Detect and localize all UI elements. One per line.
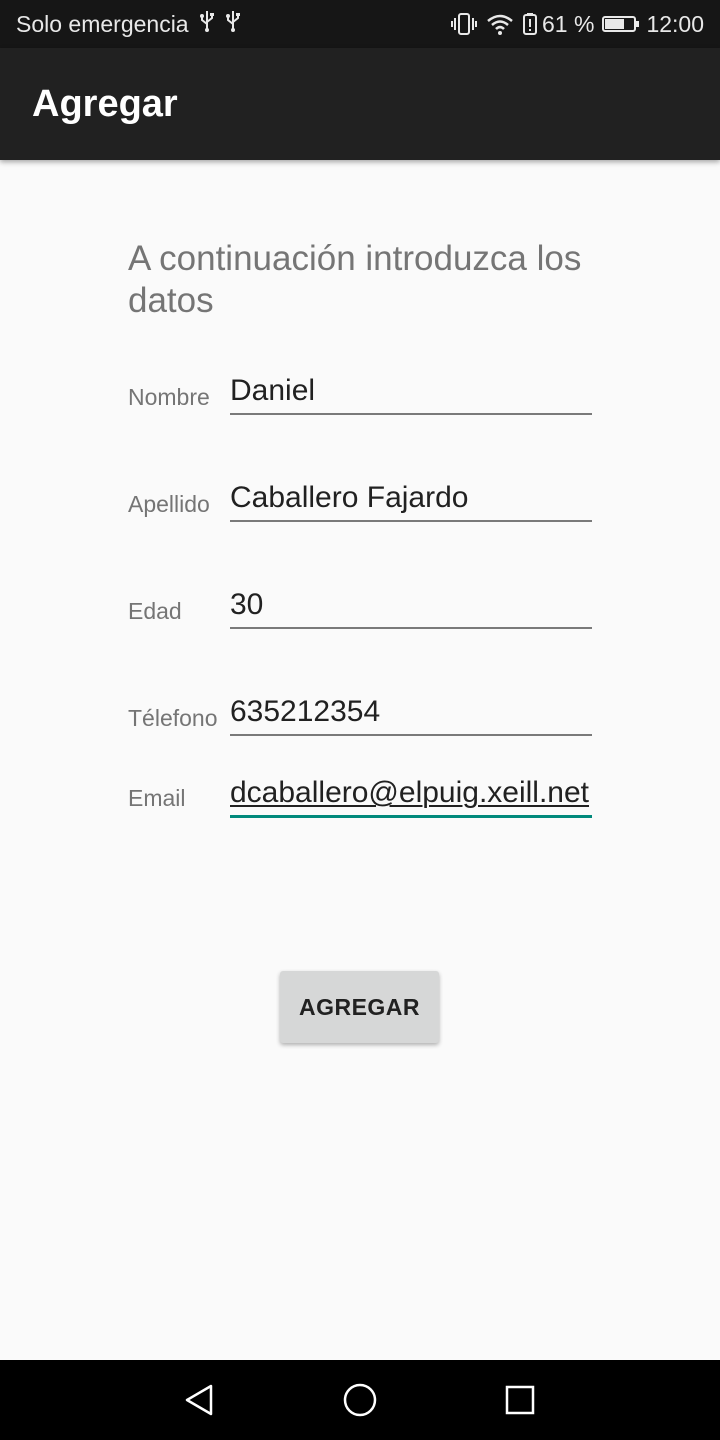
nombre-label: Nombre bbox=[128, 384, 210, 410]
usb-icon bbox=[199, 10, 215, 38]
usb-icon bbox=[225, 10, 241, 38]
telefono-field[interactable]: 635212354 bbox=[230, 690, 592, 736]
back-icon[interactable] bbox=[176, 1376, 224, 1424]
app-bar: Agregar bbox=[0, 48, 720, 160]
status-right: 61 % 12:00 bbox=[442, 0, 704, 48]
email-value: dcaballero@elpuig.xeill.net bbox=[230, 776, 590, 809]
battery-percent: 61 % bbox=[542, 10, 595, 37]
nav-bar bbox=[0, 1360, 720, 1440]
email-field[interactable]: dcaballero@elpuig.xeill.net bbox=[230, 771, 592, 818]
apellido-value: Caballero Fajardo bbox=[230, 481, 469, 514]
apellido-label: Apellido bbox=[128, 491, 210, 517]
edad-value: 30 bbox=[230, 588, 264, 621]
status-bar: Solo emergencia 61 % 12:00 bbox=[0, 0, 720, 48]
carrier-text: Solo emergencia bbox=[16, 10, 189, 37]
vibrate-icon bbox=[450, 12, 478, 36]
recents-icon[interactable] bbox=[496, 1376, 544, 1424]
page-title: Agregar bbox=[32, 83, 178, 125]
agregar-button[interactable]: AGREGAR bbox=[280, 971, 439, 1043]
edad-label: Edad bbox=[128, 598, 182, 624]
telefono-value: 635212354 bbox=[230, 695, 381, 728]
battery-icon bbox=[602, 16, 640, 32]
battery-level bbox=[605, 19, 624, 29]
email-label: Email bbox=[128, 785, 186, 811]
wifi-icon bbox=[486, 12, 514, 36]
battery-alert-icon bbox=[522, 12, 538, 36]
home-icon[interactable] bbox=[336, 1376, 384, 1424]
intro-text: A continuación introduzca los datos bbox=[128, 239, 582, 320]
nombre-value: Daniel bbox=[230, 374, 316, 407]
nombre-field[interactable]: Daniel bbox=[230, 369, 592, 415]
telefono-label: Télefono bbox=[128, 705, 218, 731]
edad-field[interactable]: 30 bbox=[230, 583, 592, 629]
apellido-field[interactable]: Caballero Fajardo bbox=[230, 476, 592, 522]
status-left: Solo emergencia bbox=[16, 0, 241, 48]
clock: 12:00 bbox=[646, 10, 704, 37]
